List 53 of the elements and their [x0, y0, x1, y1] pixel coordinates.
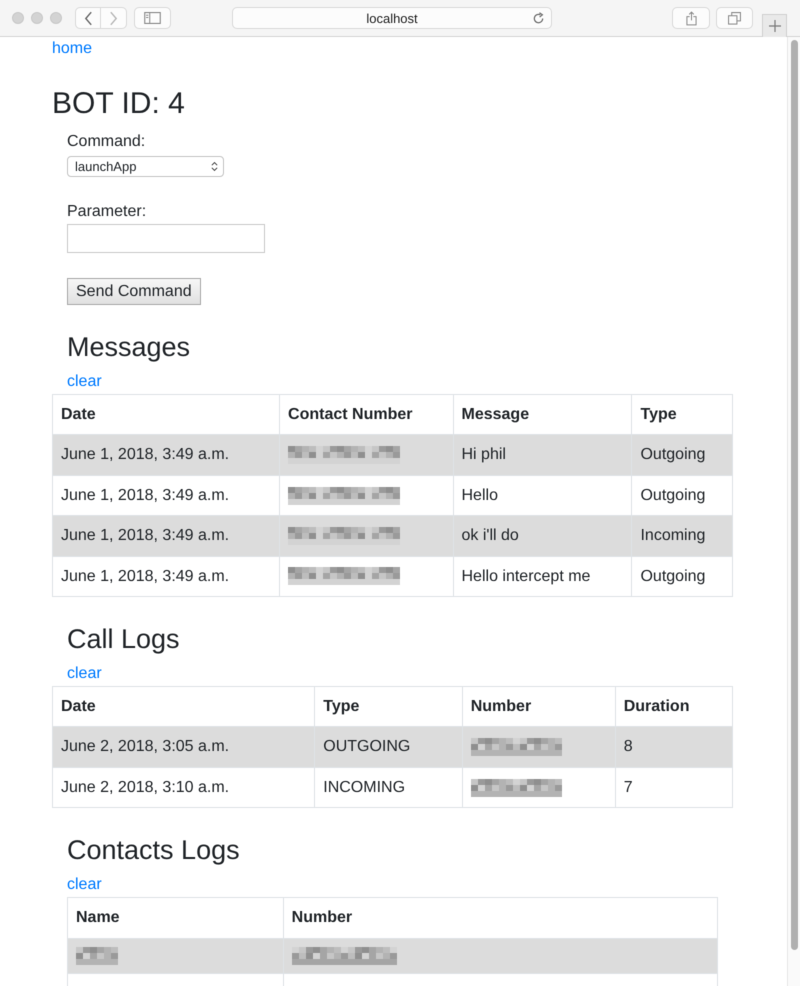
table-cell: Outgoing [632, 556, 732, 597]
home-link[interactable]: home [52, 37, 92, 61]
clear-link[interactable]: clear [67, 873, 102, 898]
table-cell: June 1, 2018, 3:49 a.m. [52, 556, 280, 597]
column-header: Duration [615, 686, 732, 727]
table-cell: Hi phil [453, 434, 632, 476]
share-icon [686, 10, 696, 26]
section-heading: Contacts Logs [67, 834, 240, 868]
command-select[interactable]: launchApp [67, 156, 224, 177]
table-cell: OUTGOING [314, 726, 462, 768]
command-label: Command: [67, 132, 146, 152]
column-header: Type [314, 686, 462, 727]
column-header: Message [453, 394, 632, 435]
column-header: Name [68, 898, 284, 938]
show-tabs-button[interactable] [716, 7, 753, 29]
table-cell: INCOMING [314, 767, 462, 808]
scrollbar-thumb[interactable] [791, 40, 798, 950]
column-header: Contact Number [280, 394, 453, 435]
reload-icon[interactable] [532, 12, 545, 25]
section-heading: Messages [67, 331, 190, 364]
parameter-label: Parameter: [67, 202, 146, 222]
table-cell: June 2, 2018, 3:10 a.m. [52, 767, 315, 808]
table-cell: June 1, 2018, 3:49 a.m. [52, 516, 280, 556]
column-header: Number [462, 686, 616, 727]
new-tab-button[interactable] [762, 14, 787, 37]
plus-icon [768, 20, 780, 32]
clear-link[interactable]: clear [67, 662, 102, 686]
parameter-input[interactable] [67, 224, 265, 253]
clear-link[interactable]: clear [67, 370, 102, 394]
chevron-right-icon [109, 10, 118, 26]
table-cell: Hello intercept me [453, 556, 632, 597]
chevron-up-down-icon [211, 161, 218, 172]
table-cell: 7 [615, 767, 732, 808]
column-header: Type [632, 394, 732, 435]
column-header: Date [52, 394, 280, 435]
sidebar-icon [144, 12, 161, 24]
page-title: BOT ID: 4 [52, 86, 186, 122]
column-header: Number [283, 898, 718, 938]
tabs-icon [728, 12, 741, 24]
section-heading: Call Logs [67, 623, 180, 656]
table-cell: ok i'll do [453, 516, 632, 556]
column-header: Date [52, 686, 315, 727]
table-cell: Outgoing [632, 434, 732, 476]
address-bar[interactable]: localhost [232, 7, 552, 29]
back-button[interactable] [75, 7, 101, 29]
send-command-button[interactable]: Send Command [67, 278, 201, 305]
share-button[interactable] [672, 7, 710, 29]
table-cell: Incoming [632, 516, 732, 556]
table-cell: 8 [615, 726, 732, 768]
table-cell: June 1, 2018, 3:49 a.m. [52, 434, 280, 476]
chevron-left-icon [84, 10, 92, 26]
sidebar-button[interactable] [134, 7, 171, 29]
table-cell: June 2, 2018, 3:05 a.m. [52, 726, 315, 768]
